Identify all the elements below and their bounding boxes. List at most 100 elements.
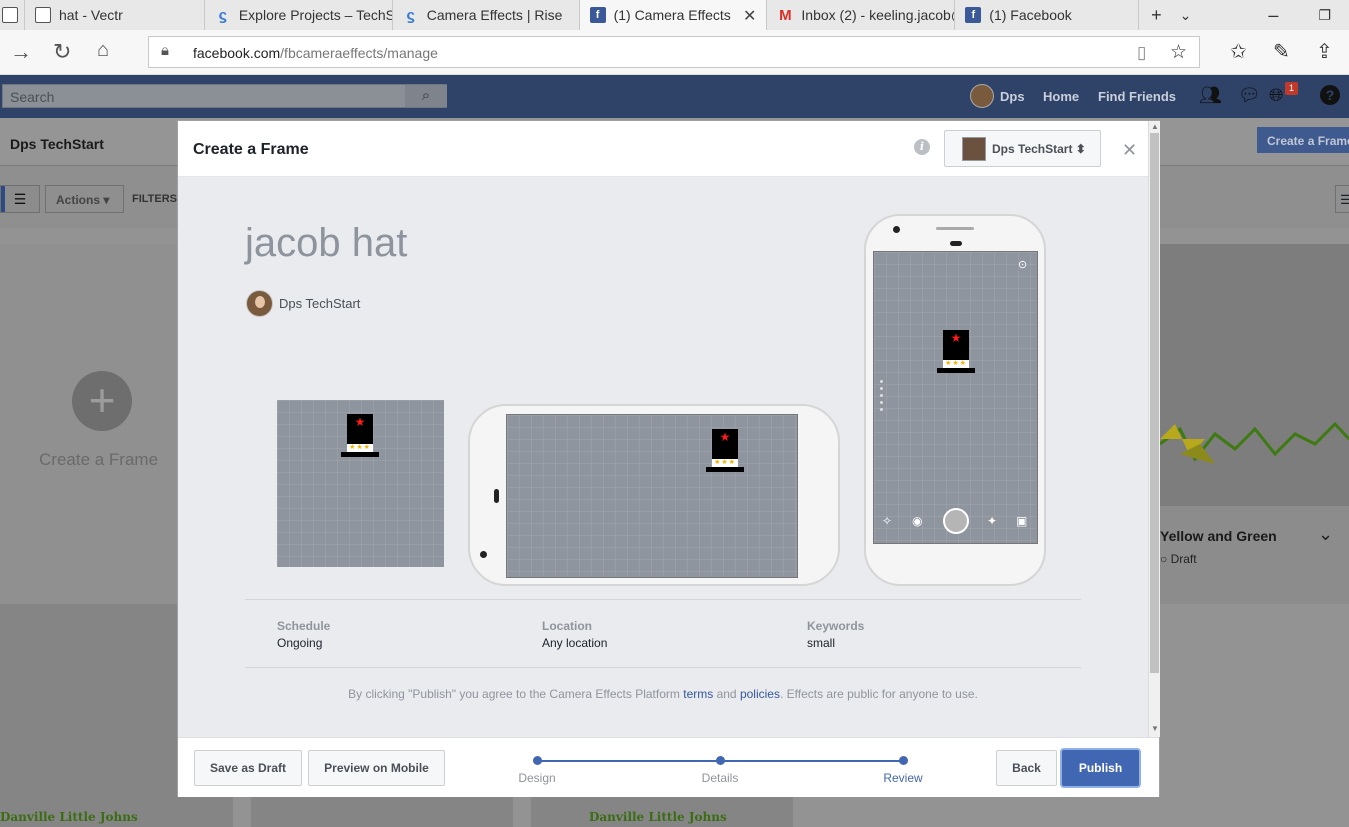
- search-icon[interactable]: ⌕: [405, 85, 447, 107]
- tab-title: (1) Camera Effects: [613, 7, 731, 23]
- agreement-text: and: [713, 687, 740, 701]
- pen-icon[interactable]: ✎: [1273, 39, 1290, 64]
- profile-avatar[interactable]: [970, 84, 994, 108]
- portrait-phone-preview: ⊙ ★ ★★★ ✧ ◉ ✦ ▣: [864, 214, 1046, 586]
- friend-requests-icon[interactable]: 👥︎: [1199, 85, 1222, 106]
- terms-link[interactable]: terms: [683, 687, 713, 701]
- spark-icon: ϛ: [406, 6, 415, 24]
- step-dot-design[interactable]: [533, 756, 542, 765]
- shutter-button-icon: [943, 508, 969, 534]
- publish-agreement: By clicking "Publish" you agree to the C…: [178, 687, 1148, 701]
- forward-icon[interactable]: →: [10, 39, 32, 65]
- meta-key: Schedule: [277, 619, 331, 633]
- chevron-down-icon[interactable]: ⌄: [1318, 524, 1333, 545]
- meta-key: Keywords: [807, 619, 865, 633]
- preview-mobile-button[interactable]: Preview on Mobile: [308, 750, 445, 786]
- page-selector-label: Dps TechStart ⬍: [992, 142, 1086, 156]
- stars-band: ★★★: [347, 444, 373, 452]
- home-icon[interactable]: ⌂: [97, 39, 109, 62]
- dialog-title: Create a Frame: [193, 141, 309, 158]
- share-icon[interactable]: ⇪: [1316, 39, 1333, 64]
- window-controls: – ❐: [1199, 0, 1349, 30]
- step-details[interactable]: Details: [680, 771, 760, 785]
- hat-frame-graphic: ★ ★★★: [706, 429, 744, 473]
- create-frame-top-button[interactable]: Create a Frame: [1257, 127, 1349, 153]
- yellow-green-graphic: [1160, 421, 1349, 464]
- scrollbar-thumb[interactable]: [1150, 133, 1159, 673]
- close-tab-icon[interactable]: ✕: [743, 6, 756, 26]
- meta-value: small: [807, 636, 836, 650]
- dialog-scrollbar[interactable]: ▲ ▼: [1148, 121, 1160, 737]
- minimize-icon[interactable]: –: [1268, 5, 1278, 26]
- publish-button[interactable]: Publish: [1062, 750, 1139, 786]
- notifications-globe-icon[interactable]: 🌐︎: [1269, 85, 1283, 106]
- create-frame-card[interactable]: + Create a Frame: [0, 244, 178, 604]
- meta-value: Any location: [542, 636, 608, 650]
- effect-card[interactable]: Yellow and Green ○ Draft ⌄: [1160, 244, 1349, 604]
- reading-view-icon[interactable]: ▯: [1137, 43, 1146, 63]
- facebook-icon: f: [965, 7, 982, 23]
- filters-label[interactable]: FILTERS: [132, 193, 177, 205]
- page-selector[interactable]: Dps TechStart ⬍: [944, 130, 1101, 167]
- meta-keywords: Keywords small: [807, 619, 864, 650]
- tab-vectr[interactable]: hat - Vectr: [25, 0, 205, 30]
- tab-facebook[interactable]: f (1) Facebook: [955, 0, 1140, 30]
- create-frame-card-label: Create a Frame: [39, 450, 159, 469]
- favorites-hub-icon[interactable]: ✩: [1230, 39, 1247, 64]
- step-dot-review[interactable]: [899, 756, 908, 765]
- messenger-icon[interactable]: 💬︎: [1238, 85, 1261, 106]
- new-tab-icon[interactable]: +: [1151, 5, 1162, 26]
- url-field[interactable]: 🔒︎ facebook.com/fbcameraeffects/manage ▯…: [148, 36, 1200, 68]
- tab-techstart[interactable]: ϛ Explore Projects – TechSta: [205, 0, 393, 30]
- spark-icon: ϛ: [218, 6, 228, 24]
- effect-name: jacob hat: [245, 221, 408, 265]
- back-button[interactable]: Back: [996, 750, 1057, 786]
- help-icon[interactable]: ?: [1320, 85, 1340, 105]
- tab-rise[interactable]: ϛ Camera Effects | Rise: [393, 0, 580, 30]
- grid-view-icon[interactable]: ☰: [1335, 185, 1349, 213]
- stars-band: ★★★: [712, 459, 738, 467]
- nav-profile[interactable]: Dps: [1000, 89, 1025, 104]
- lock-icon: 🔒︎: [161, 42, 169, 59]
- nav-home[interactable]: Home: [1043, 89, 1079, 104]
- page-name: Dps TechStart: [10, 136, 104, 152]
- restore-icon[interactable]: ❐: [1318, 7, 1331, 24]
- step-dot-details[interactable]: [716, 756, 725, 765]
- actions-dropdown[interactable]: Actions ▾: [45, 185, 124, 213]
- speaker-slot: [950, 241, 962, 246]
- save-draft-button[interactable]: Save as Draft: [194, 750, 302, 786]
- step-design[interactable]: Design: [497, 771, 577, 785]
- close-icon[interactable]: ✕: [1122, 140, 1137, 161]
- scroll-up-icon[interactable]: ▲: [1151, 122, 1159, 131]
- chevron-down-icon[interactable]: ⌄: [1180, 7, 1192, 24]
- bottom-card-label: Danville Little Johns: [0, 810, 138, 824]
- effect-card-title: Yellow and Green: [1160, 528, 1277, 544]
- step-review[interactable]: Review: [863, 771, 943, 785]
- list-view-icon[interactable]: ☰: [0, 185, 40, 213]
- document-icon: [34, 7, 51, 23]
- browser-tab-bar: hat - Vectr ϛ Explore Projects – TechSta…: [0, 0, 1349, 30]
- dialog-header: Create a Frame i Dps TechStart ⬍ ✕: [178, 121, 1148, 177]
- effect-thumbnail: [1160, 244, 1349, 506]
- meta-key: Location: [542, 619, 592, 633]
- star-icon: ★: [950, 331, 962, 345]
- refresh-icon[interactable]: ↻: [53, 39, 71, 65]
- tab-camera-effects[interactable]: f (1) Camera Effects ✕: [579, 0, 768, 30]
- gmail-icon: M: [779, 6, 792, 24]
- scroll-down-icon[interactable]: ▼: [1151, 724, 1159, 733]
- tab-inbox[interactable]: M Inbox (2) - keeling.jacob@: [767, 0, 956, 30]
- star-icon: ★: [719, 430, 731, 444]
- tab-title: (1) Facebook: [989, 7, 1072, 23]
- camera-dot: [480, 551, 487, 558]
- info-icon[interactable]: i: [914, 139, 930, 155]
- page-avatar: [962, 137, 986, 161]
- tab-partial[interactable]: [0, 0, 25, 30]
- plus-icon: +: [72, 371, 132, 431]
- hat-frame-graphic: ★ ★★★: [341, 414, 379, 458]
- tab-title: hat - Vectr: [58, 7, 123, 23]
- policies-link[interactable]: policies: [740, 687, 780, 701]
- owner-name: Dps TechStart: [279, 296, 361, 311]
- favorite-star-icon[interactable]: ☆: [1170, 41, 1187, 64]
- nav-find-friends[interactable]: Find Friends: [1098, 89, 1176, 104]
- fb-search-input[interactable]: Search ⌕: [2, 84, 447, 108]
